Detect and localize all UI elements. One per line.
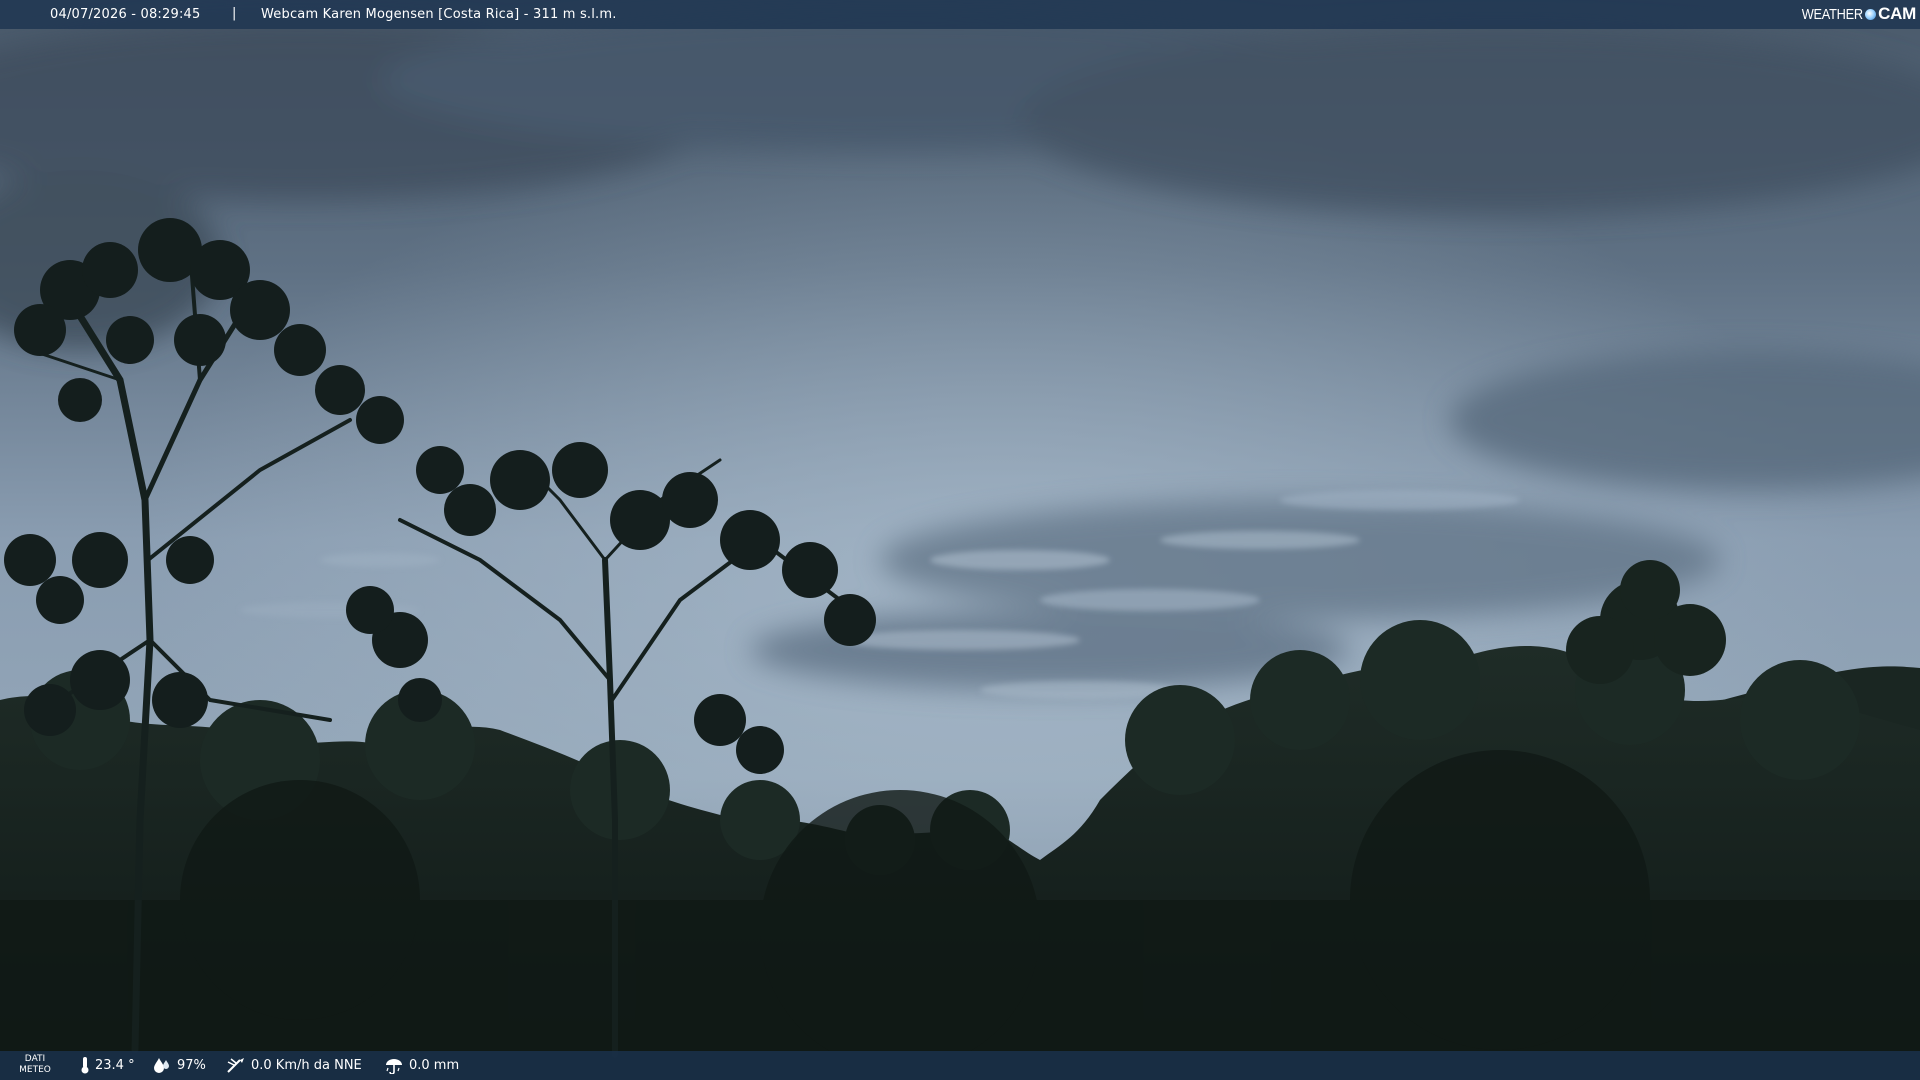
webcam-viewport: 04/07/2026 - 08:29:45 | Webcam Karen Mog… [0,0,1920,1080]
wind-icon [227,1058,244,1073]
weathercam-logo-icon: WEATHER CAM [1791,4,1916,24]
logo-text-weather: WEATHER [1802,5,1864,23]
top-info-bar: 04/07/2026 - 08:29:45 | Webcam Karen Mog… [0,0,1920,29]
rain-reading: 0.0 mm [384,1056,459,1074]
wind-value: 0.0 Km/h da NNE [251,1057,362,1073]
weather-data-label-line2: METEO [19,1065,51,1075]
humidity-drop-icon [154,1058,169,1073]
weather-data-label: DATI METEO [18,1054,52,1076]
logo-globe-icon [1865,8,1877,20]
weather-data-label-line1: DATI [24,1054,46,1064]
temperature-reading: 23.4 ° [80,1056,135,1074]
humidity-value: 97% [177,1057,206,1073]
humidity-reading: 97% [152,1056,206,1074]
timestamp: 04/07/2026 - 08:29:45 [50,7,201,22]
webcam-scene [0,0,1920,1080]
temperature-value: 23.4 ° [95,1057,135,1073]
wind-reading: 0.0 Km/h da NNE [226,1056,362,1074]
rain-value: 0.0 mm [409,1057,460,1073]
title-separator: | [232,6,237,21]
logo-text-cam: CAM [1878,4,1916,23]
rain-gauge-icon [386,1059,402,1074]
thermometer-icon [81,1057,89,1074]
weather-data-bar: DATI METEO 23.4 ° 97% 0.0 Km/h da NNE 0.… [0,1051,1920,1080]
camera-title: Webcam Karen Mogensen [Costa Rica] - 311… [261,7,617,22]
